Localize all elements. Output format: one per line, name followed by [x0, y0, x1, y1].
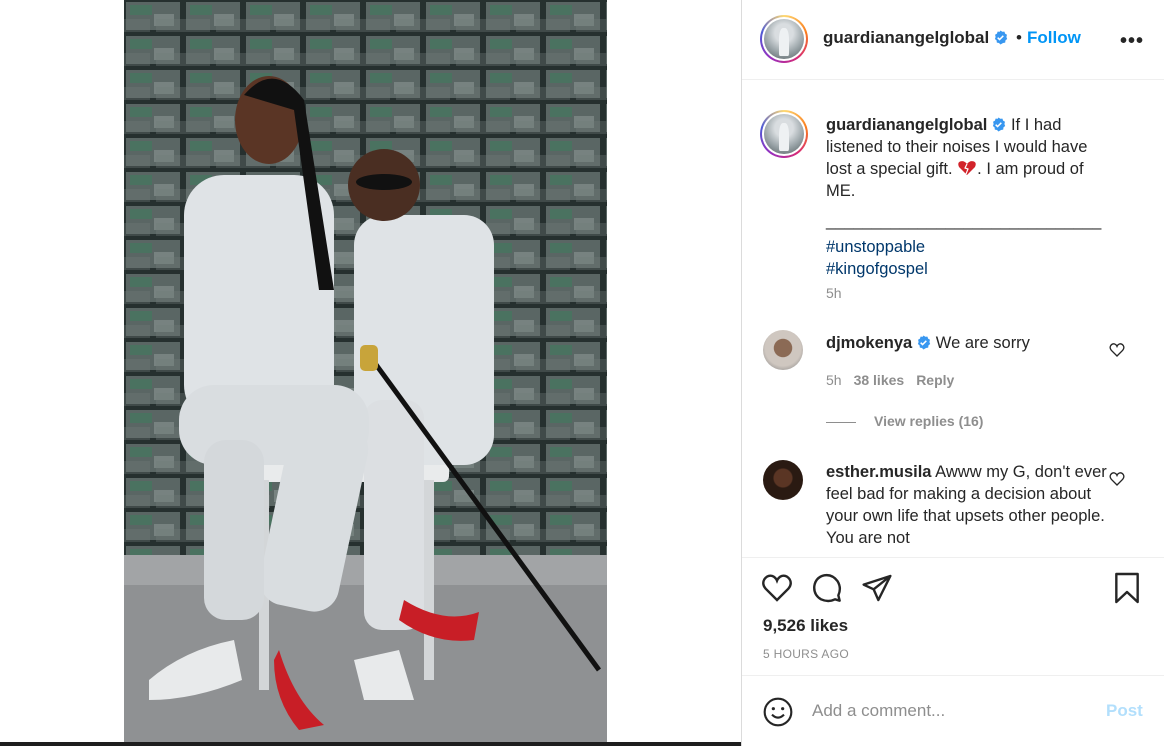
share-paper-plane-icon[interactable] [861, 572, 893, 604]
add-comment-bar: Post [742, 675, 1164, 746]
header-avatar[interactable] [760, 15, 808, 63]
commenter-avatar[interactable] [763, 460, 803, 500]
like-heart-icon[interactable] [761, 572, 793, 604]
caption-age[interactable]: 5h [826, 285, 842, 301]
comments-list[interactable]: guardianangelglobal If I had listened to… [742, 81, 1164, 557]
hashtag-link[interactable]: #kingofgospel [826, 258, 1116, 280]
like-comment-heart-icon[interactable] [1109, 342, 1125, 358]
hashtag-link[interactable]: #unstoppable [826, 236, 1116, 258]
post-media-area [0, 0, 741, 746]
verified-badge-icon [918, 335, 931, 350]
post-timestamp[interactable]: 5 HOURS AGO [763, 647, 849, 661]
post-side-panel: guardianangelglobal • Follow ••• guardia… [741, 0, 1164, 746]
post-comment-button[interactable]: Post [1106, 701, 1143, 721]
comment-username[interactable]: esther.musila [826, 463, 931, 481]
post-header: guardianangelglobal • Follow ••• [742, 0, 1164, 80]
verified-badge-icon [995, 30, 1008, 45]
commenter-avatar[interactable] [763, 330, 803, 370]
post-actions: 9,526 likes 5 HOURS AGO [742, 557, 1164, 675]
comment-body: esther.musila Awww my G, don't ever feel… [826, 461, 1116, 549]
broken-heart-icon [958, 161, 976, 175]
view-replies-button[interactable]: View replies (16) [826, 413, 983, 429]
post-photo-image [124, 0, 607, 746]
comment-username[interactable]: djmokenya [826, 334, 912, 352]
caption: guardianangelglobal If I had listened to… [826, 114, 1116, 280]
post-photo[interactable] [124, 0, 607, 746]
caption-username[interactable]: guardianangelglobal [826, 116, 987, 134]
comment-meta: 5h 38 likes Reply [826, 372, 954, 388]
header-separator: • [1016, 28, 1022, 47]
save-bookmark-icon[interactable] [1111, 572, 1143, 604]
comment-body: djmokenya We are sorry [826, 332, 1116, 354]
comment-age[interactable]: 5h [826, 372, 842, 388]
reply-button[interactable]: Reply [916, 372, 954, 388]
comment-likes[interactable]: 38 likes [854, 372, 905, 388]
like-comment-heart-icon[interactable] [1109, 471, 1125, 487]
comment-text: We are sorry [935, 334, 1030, 352]
likes-count[interactable]: 9,526 likes [763, 616, 848, 636]
header-username-link[interactable]: guardianangelglobal [823, 28, 1008, 48]
verified-badge-icon [993, 117, 1006, 132]
more-options-icon[interactable]: ••• [1120, 30, 1144, 53]
caption-avatar[interactable] [760, 110, 808, 158]
page-bottom-strip [0, 742, 741, 746]
caption-divider: ______________________________ [826, 212, 1102, 230]
comment-bubble-icon[interactable] [811, 572, 843, 604]
add-comment-input[interactable] [812, 698, 1092, 724]
follow-button[interactable]: Follow [1027, 28, 1081, 48]
emoji-smile-icon[interactable] [762, 696, 794, 728]
